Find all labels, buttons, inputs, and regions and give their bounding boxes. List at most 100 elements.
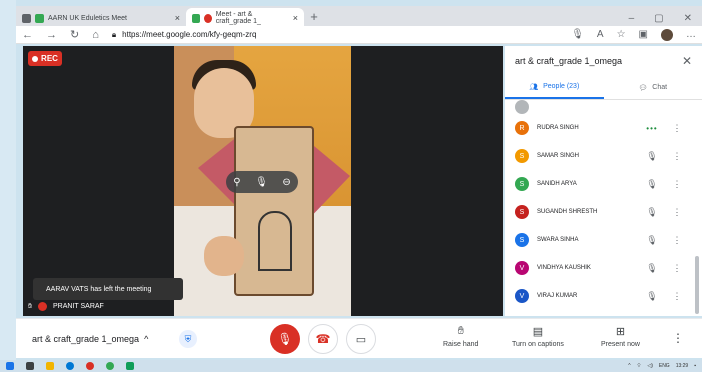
meeting-details-button[interactable]: art & craft_grade 1_omega ^ xyxy=(32,334,148,344)
browser-tab-eduletics[interactable]: AARN UK Eduletics Meet × xyxy=(16,8,186,28)
participant-menu-icon[interactable]: ⋮ xyxy=(667,235,687,246)
search-icon[interactable] xyxy=(26,362,34,370)
list-item[interactable]: V VINDHYA KAUSHIK 🎙︎ ⋮ xyxy=(505,254,702,282)
meet-favicon-icon xyxy=(35,13,44,23)
participant-menu-icon[interactable]: ⋮ xyxy=(667,123,687,134)
participant-menu-icon[interactable]: ⋮ xyxy=(667,151,687,162)
raise-hand-button[interactable]: ✋︎ Raise hand xyxy=(443,325,478,348)
start-icon[interactable] xyxy=(6,362,14,370)
list-item[interactable]: S SANIDH ARYA 🎙︎ ⋮ xyxy=(505,170,702,198)
hand-icon: ✋︎ xyxy=(457,325,464,337)
present-now-button[interactable]: ⊞ Present now xyxy=(601,325,640,348)
mic-permission-icon[interactable]: 🎙︎ xyxy=(571,29,584,40)
close-icon[interactable]: × xyxy=(175,13,180,23)
leave-call-button[interactable]: ☎︎ xyxy=(308,324,338,354)
close-window-icon[interactable]: ✕ xyxy=(684,13,692,24)
file-explorer-icon[interactable] xyxy=(46,362,54,370)
tile-name-label: ✋︎ PRANIT SARAF xyxy=(28,302,104,311)
chrome-icon[interactable] xyxy=(106,362,114,370)
video-stage: REC ⚲ 🎙︎ ⊖ AARAV VATS has left the meeti… xyxy=(23,46,503,316)
mute-participant-icon[interactable]: 🎙︎ xyxy=(255,177,268,188)
reload-icon[interactable]: ↻ xyxy=(70,28,79,41)
tab-chat[interactable]: 💬︎ Chat xyxy=(604,76,702,99)
camera-toggle-button[interactable]: ▭ xyxy=(346,324,376,354)
raise-hand-label: Raise hand xyxy=(443,341,479,348)
language-indicator[interactable]: ENG xyxy=(659,363,670,369)
participant-name: RUDRA SINGH xyxy=(537,125,579,131)
pin-icon[interactable]: ⚲ xyxy=(233,177,240,188)
participant-name: SWARA SINHA xyxy=(537,237,579,243)
participant-menu-icon[interactable]: ⋮ xyxy=(667,263,687,274)
participant-menu-icon[interactable]: ⋮ xyxy=(667,179,687,190)
tile-hover-controls: ⚲ 🎙︎ ⊖ xyxy=(226,171,298,193)
record-dot-icon xyxy=(32,55,39,62)
participant-list[interactable]: R RUDRA SINGH ••• ⋮ S SAMAR SINGH 🎙︎ ⋮ S SANIDH A… xyxy=(505,100,702,316)
meet-app-icon[interactable] xyxy=(126,362,134,370)
favorites-icon[interactable]: ☆ xyxy=(617,29,626,40)
forward-icon[interactable]: → xyxy=(46,29,57,41)
windows-taskbar: ^ ⌔ ◁) ENG 13:29 ▪ xyxy=(0,360,702,372)
present-label: Present now xyxy=(601,341,640,348)
panel-header: art & craft_grade 1_omega ✕ xyxy=(505,46,702,76)
read-aloud-icon[interactable]: A xyxy=(597,29,604,40)
mic-off-icon xyxy=(38,302,47,311)
maximize-icon[interactable]: ▢ xyxy=(654,13,663,24)
network-icon[interactable]: ⌔ xyxy=(637,363,642,369)
present-icon: ⊞ xyxy=(615,326,626,338)
chat-tab-label: Chat xyxy=(652,84,668,91)
avatar: V xyxy=(515,261,529,275)
captions-button[interactable]: ▤ Turn on captions xyxy=(512,325,564,348)
remove-icon[interactable]: ⊖ xyxy=(282,177,290,188)
panel-tabs: 👥︎ People (23) 💬︎ Chat xyxy=(505,76,702,100)
volume-icon[interactable]: ◁) xyxy=(647,363,653,369)
opera-icon[interactable] xyxy=(86,362,94,370)
notification-icon[interactable]: ▪ xyxy=(694,363,696,369)
participant-menu-icon[interactable]: ⋮ xyxy=(667,207,687,218)
collections-icon[interactable]: ▣ xyxy=(639,29,648,40)
hand-icon: ✋︎ xyxy=(28,302,32,310)
list-item[interactable]: V VIRAJ KUMAR 🎙︎ ⋮ xyxy=(505,282,702,310)
profile-avatar[interactable] xyxy=(661,28,673,41)
new-tab-button[interactable]: + xyxy=(304,8,324,28)
host-controls-icon[interactable]: ⛨ xyxy=(179,330,197,348)
browser-menu-icon[interactable]: … xyxy=(686,29,696,40)
back-icon[interactable]: ← xyxy=(22,29,33,41)
microphone-toggle-button[interactable]: 🎙︎ xyxy=(270,324,300,354)
close-panel-icon[interactable]: ✕ xyxy=(682,54,692,68)
participant-name: VIRAJ KUMAR xyxy=(537,293,578,299)
edge-icon[interactable] xyxy=(66,362,74,370)
browser-tab-meet[interactable]: Meet - art & craft_grade 1_ × xyxy=(186,8,304,28)
more-options-icon[interactable]: ⋮ xyxy=(672,331,684,345)
captions-icon: ▤ xyxy=(532,326,544,338)
mic-off-icon: 🎙︎ xyxy=(646,150,658,161)
url-field[interactable]: 🔒︎ https://meet.google.com/kfy-geqm-zrq xyxy=(112,30,257,40)
avatar: S xyxy=(515,205,529,219)
list-item[interactable]: S SAMAR SINGH 🎙︎ ⋮ xyxy=(505,142,702,170)
panel-scrollbar[interactable] xyxy=(695,256,699,314)
minimize-icon[interactable]: – xyxy=(629,13,635,24)
system-tray: ^ ⌔ ◁) ENG 13:29 ▪ xyxy=(628,363,696,369)
window-edge xyxy=(0,0,16,372)
mic-off-icon: 🎙︎ xyxy=(646,234,658,245)
list-item[interactable]: S SWARA SINHA 🎙︎ ⋮ xyxy=(505,226,702,254)
meet-favicon-icon xyxy=(192,13,200,23)
people-panel: art & craft_grade 1_omega ✕ 👥︎ People (2… xyxy=(505,46,702,316)
list-item[interactable]: S SUGANDH SHRESTH 🎙︎ ⋮ xyxy=(505,198,702,226)
toast-text: AARAV VATS has left the meeting xyxy=(46,285,152,293)
tab-people[interactable]: 👥︎ People (23) xyxy=(505,76,604,99)
home-icon[interactable]: ⌂ xyxy=(92,29,99,41)
speaking-indicator-icon: ••• xyxy=(646,123,658,133)
mic-off-icon: 🎙︎ xyxy=(646,262,658,273)
address-bar: ← → ↻ ⌂ 🔒︎ https://meet.google.com/kfy-g… xyxy=(16,26,702,44)
avatar: S xyxy=(515,233,529,247)
phone-hangup-icon: ☎︎ xyxy=(315,332,331,346)
participant-name: VINDHYA KAUSHIK xyxy=(537,265,591,271)
clock[interactable]: 13:29 xyxy=(676,363,689,369)
avatar: R xyxy=(515,121,529,135)
captions-label: Turn on captions xyxy=(512,341,564,348)
participant-menu-icon[interactable]: ⋮ xyxy=(667,291,687,302)
rec-label: REC xyxy=(41,54,58,63)
tray-chevron-icon[interactable]: ^ xyxy=(628,363,630,369)
close-icon[interactable]: × xyxy=(293,13,298,23)
list-item[interactable]: R RUDRA SINGH ••• ⋮ xyxy=(505,114,702,142)
